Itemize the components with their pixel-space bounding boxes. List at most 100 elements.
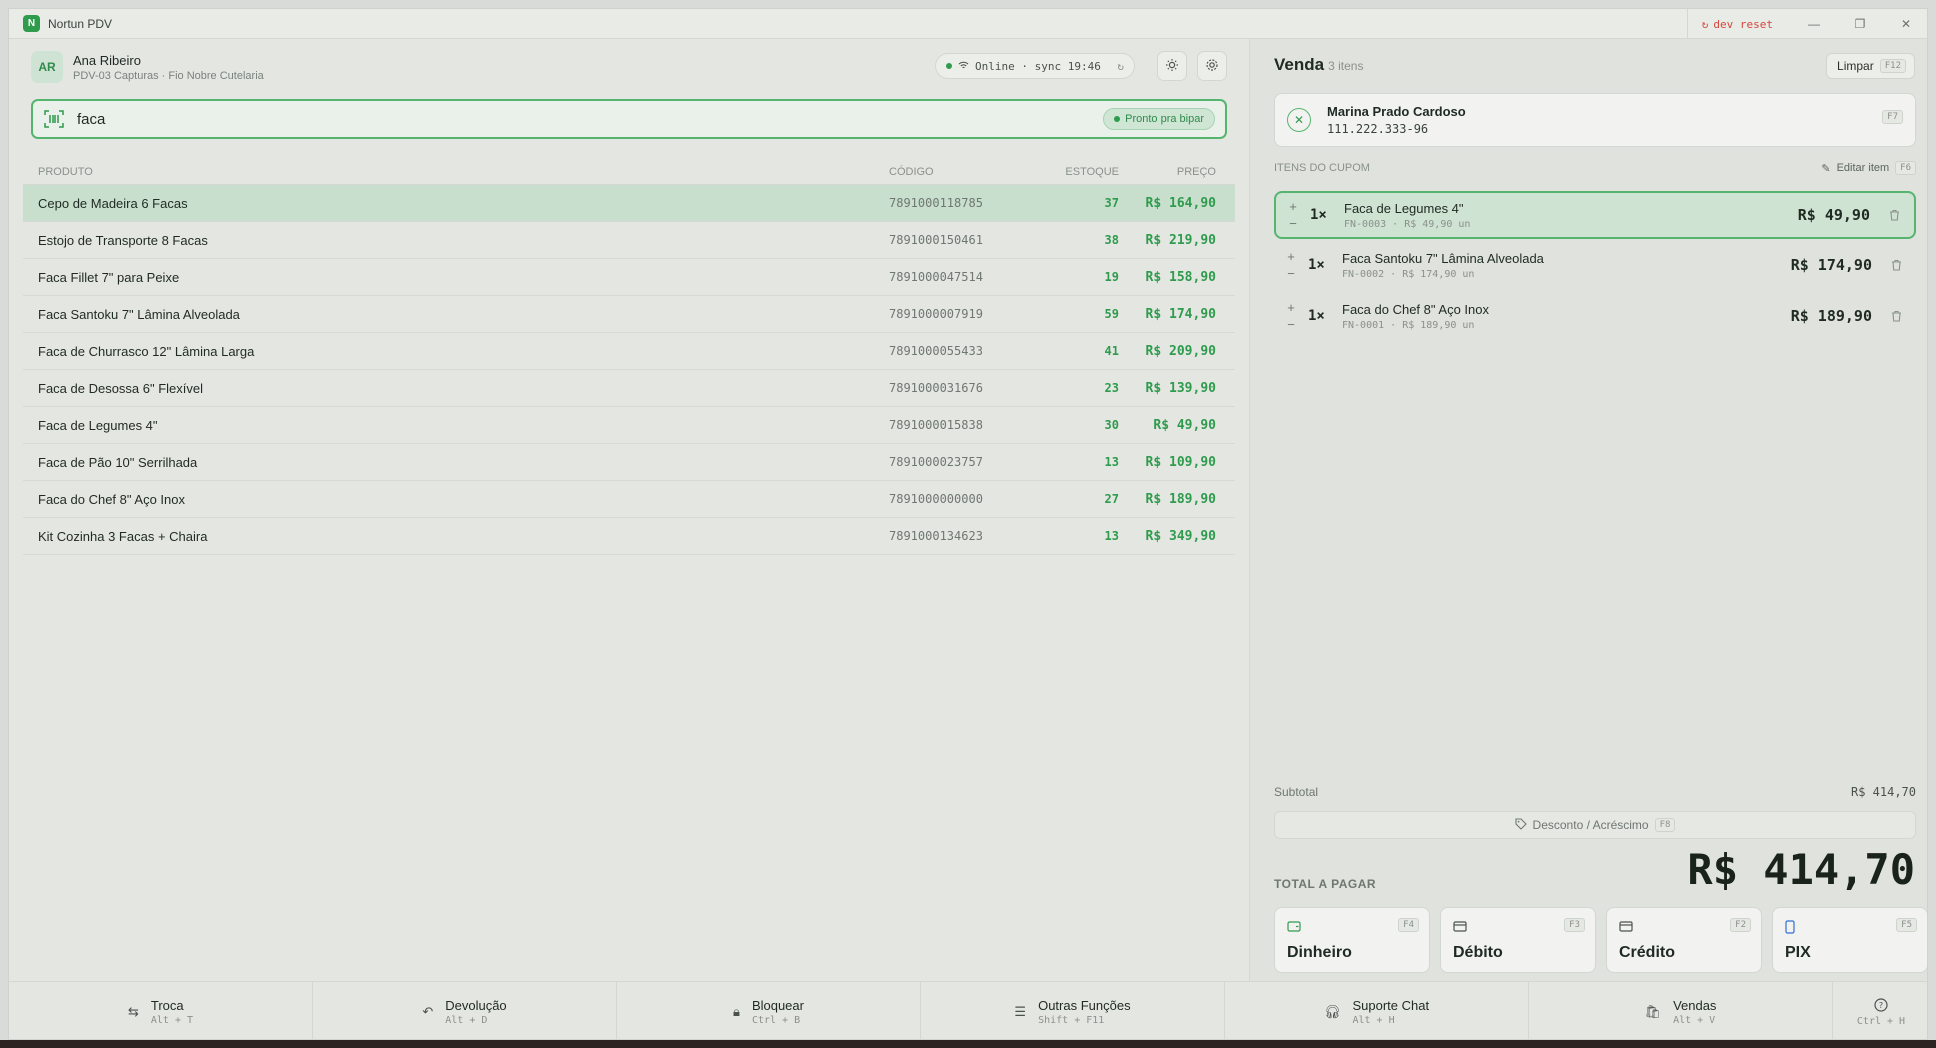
clear-sale-button[interactable]: Limpar F12 — [1826, 53, 1915, 79]
product-price: R$ 109,90 — [1145, 454, 1216, 470]
remove-customer-button[interactable]: ✕ — [1287, 108, 1311, 132]
product-code: 7891000055433 — [889, 344, 983, 358]
cart-item[interactable]: + −1× Faca de Legumes 4" FN-0003 · R$ 49,90… — [1274, 191, 1916, 239]
product-price: R$ 49,90 — [1153, 417, 1216, 433]
cart-item-qty: 1× — [1308, 308, 1325, 324]
wifi-icon — [958, 60, 969, 73]
cart-item-detail: FN-0002 · R$ 174,90 un — [1342, 268, 1475, 280]
footer-headset-button[interactable]: 🎧︎ Suporte Chat Alt + H — [1225, 982, 1529, 1039]
clear-sale-label: Limpar — [1837, 59, 1874, 73]
footer-lock-button[interactable]: 🔒︎ Bloquear Ctrl + B — [617, 982, 921, 1039]
lock-icon: 🔒︎ — [733, 1004, 740, 1019]
customer-shortcut: F7 — [1882, 110, 1903, 124]
close-button[interactable]: ✕ — [1883, 9, 1927, 39]
sync-status[interactable]: Online · sync 19:46 ↻ — [935, 53, 1135, 79]
header-price: PREÇO — [1176, 165, 1216, 178]
table-row[interactable]: Faca de Desossa 6" Flexível 7891000031676… — [23, 370, 1235, 407]
header-product: PRODUTO — [38, 165, 93, 178]
qty-stepper: + − — [1276, 199, 1310, 231]
trash-icon[interactable] — [1886, 259, 1906, 271]
product-search[interactable]: Pronto pra bipar — [31, 99, 1227, 139]
footer-list-button[interactable]: ☰ Outras Funções Shift + F11 — [921, 982, 1225, 1039]
footer-swap-button[interactable]: ⇆ Troca Alt + T — [9, 982, 313, 1039]
phone-icon — [1785, 920, 1795, 937]
footer-undo-button[interactable]: ↶ Devolução Alt + D — [313, 982, 617, 1039]
sale-pane: Venda 3 itens Limpar F12 ✕ Marina Prado C… — [1249, 39, 1927, 981]
cart-item-qty: 1× — [1308, 257, 1325, 273]
trash-icon[interactable] — [1884, 209, 1904, 221]
total-label: TOTAL A PAGAR — [1274, 877, 1377, 891]
table-row[interactable]: Faca de Legumes 4" 7891000015838 30 R$ 49,9… — [23, 407, 1235, 444]
edit-item-button[interactable]: ✎ Editar item F6 — [1821, 161, 1916, 175]
cart-item-detail: FN-0001 · R$ 189,90 un — [1342, 319, 1475, 331]
footer-text: Bloquear Ctrl + B — [752, 998, 804, 1026]
plus-icon[interactable]: + — [1289, 199, 1297, 214]
footer-text: Troca Alt + T — [151, 998, 193, 1026]
product-code: 7891000150461 — [889, 233, 983, 247]
product-price: R$ 164,90 — [1145, 195, 1216, 211]
footer-label: Troca — [150, 998, 184, 1013]
plus-icon[interactable]: + — [1287, 300, 1295, 315]
cart-item-info: Faca do Chef 8" Aço Inox FN-0001 · R$ 189… — [1342, 302, 1791, 331]
plus-icon[interactable]: + — [1287, 249, 1295, 264]
user-subtitle: PDV-03 Capturas · Fio Nobre Cutelaria — [73, 69, 264, 82]
cart-item-info: Faca de Legumes 4" FN-0003 · R$ 49,90 un — [1344, 201, 1798, 230]
footer-text: Ctrl + H — [1857, 1014, 1905, 1027]
undo-icon: ↶ — [422, 1004, 434, 1019]
product-price: R$ 174,90 — [1145, 306, 1216, 322]
minimize-button[interactable]: — — [1791, 9, 1837, 39]
product-code: 7891000031676 — [889, 381, 983, 395]
product-name: Cepo de Madeira 6 Facas — [38, 195, 188, 211]
product-stock: 13 — [1104, 455, 1119, 469]
scanner-ready-badge: Pronto pra bipar — [1103, 108, 1215, 130]
product-price: R$ 209,90 — [1145, 343, 1216, 359]
search-input[interactable] — [77, 110, 1037, 128]
customer-card[interactable]: ✕ Marina Prado Cardoso 111.222.333-96 F7 — [1274, 93, 1916, 147]
total-value: R$ 414,70 — [1687, 845, 1915, 894]
clear-sale-shortcut: F12 — [1879, 59, 1906, 73]
table-row[interactable]: Faca de Churrasco 12" Lâmina Larga 789100… — [23, 333, 1235, 370]
pay-crédito-button[interactable]: F2 Crédito — [1606, 907, 1762, 973]
ready-dot-icon — [1114, 116, 1121, 122]
discount-button[interactable]: Desconto / Acréscimo F8 — [1274, 811, 1916, 839]
customer-name: Marina Prado Cardoso — [1327, 104, 1466, 119]
footer-label: Devolução — [445, 998, 507, 1013]
table-row[interactable]: Estojo de Transporte 8 Facas 789100015046… — [23, 222, 1235, 259]
table-row[interactable]: Faca do Chef 8" Aço Inox 7891000000000 27 R… — [23, 481, 1235, 518]
settings-button[interactable] — [1197, 51, 1227, 81]
minus-icon[interactable]: − — [1289, 216, 1297, 231]
online-dot-icon — [946, 63, 952, 69]
list-icon: ☰ — [1014, 1004, 1027, 1019]
titlebar: N Nortun PDV ↻ dev reset — ❐ ✕ — [9, 9, 1927, 39]
footer-bag-button[interactable]: 🛍︎ Vendas Alt + V — [1529, 982, 1833, 1039]
trash-icon[interactable] — [1886, 310, 1906, 322]
dev-reset-button[interactable]: ↻ dev reset — [1686, 9, 1791, 39]
table-row[interactable]: Faca Fillet 7" para Peixe 7891000047514 19… — [23, 259, 1235, 296]
maximize-button[interactable]: ❐ — [1837, 9, 1883, 39]
minus-icon[interactable]: − — [1287, 266, 1295, 281]
table-row[interactable]: Kit Cozinha 3 Facas + Chaira 789100013462… — [23, 518, 1235, 555]
cart-item[interactable]: + −1× Faca do Chef 8" Aço Inox FN-0001 · R$… — [1274, 293, 1916, 339]
pay-débito-button[interactable]: F3 Débito — [1440, 907, 1596, 973]
footer-label: Vendas — [1673, 998, 1717, 1013]
theme-toggle-button[interactable] — [1157, 51, 1187, 81]
minus-icon[interactable]: − — [1287, 317, 1295, 332]
table-row[interactable]: Faca Santoku 7" Lâmina Alveolada 78910000… — [23, 296, 1235, 333]
cart-item-detail: FN-0003 · R$ 49,90 un — [1344, 218, 1471, 230]
pay-label: PIX — [1785, 944, 1811, 961]
pay-dinheiro-button[interactable]: F4 Dinheiro — [1274, 907, 1430, 973]
footer-help-button[interactable]: ? Ctrl + H — [1833, 982, 1927, 1039]
footer-shortcut: Alt + D — [445, 1015, 488, 1026]
product-code: 7891000015838 — [889, 418, 983, 432]
cart-item-name: Faca de Legumes 4" — [1344, 200, 1464, 216]
pay-shortcut: F5 — [1896, 918, 1917, 932]
pay-pix-button[interactable]: F5 PIX — [1772, 907, 1927, 973]
product-name: Faca Santoku 7" Lâmina Alveolada — [38, 306, 240, 322]
product-price: R$ 219,90 — [1145, 232, 1216, 248]
table-row[interactable]: Faca de Pão 10" Serrilhada 7891000023757 1… — [23, 444, 1235, 481]
restore-icon: ❐ — [1854, 17, 1866, 31]
cart-item[interactable]: + −1× Faca Santoku 7" Lâmina Alveolada FN-0… — [1274, 242, 1916, 288]
table-row[interactable]: Cepo de Madeira 6 Facas 7891000118785 37 R$… — [23, 185, 1235, 222]
gear-icon — [1205, 58, 1219, 75]
sun-icon — [1165, 58, 1179, 75]
